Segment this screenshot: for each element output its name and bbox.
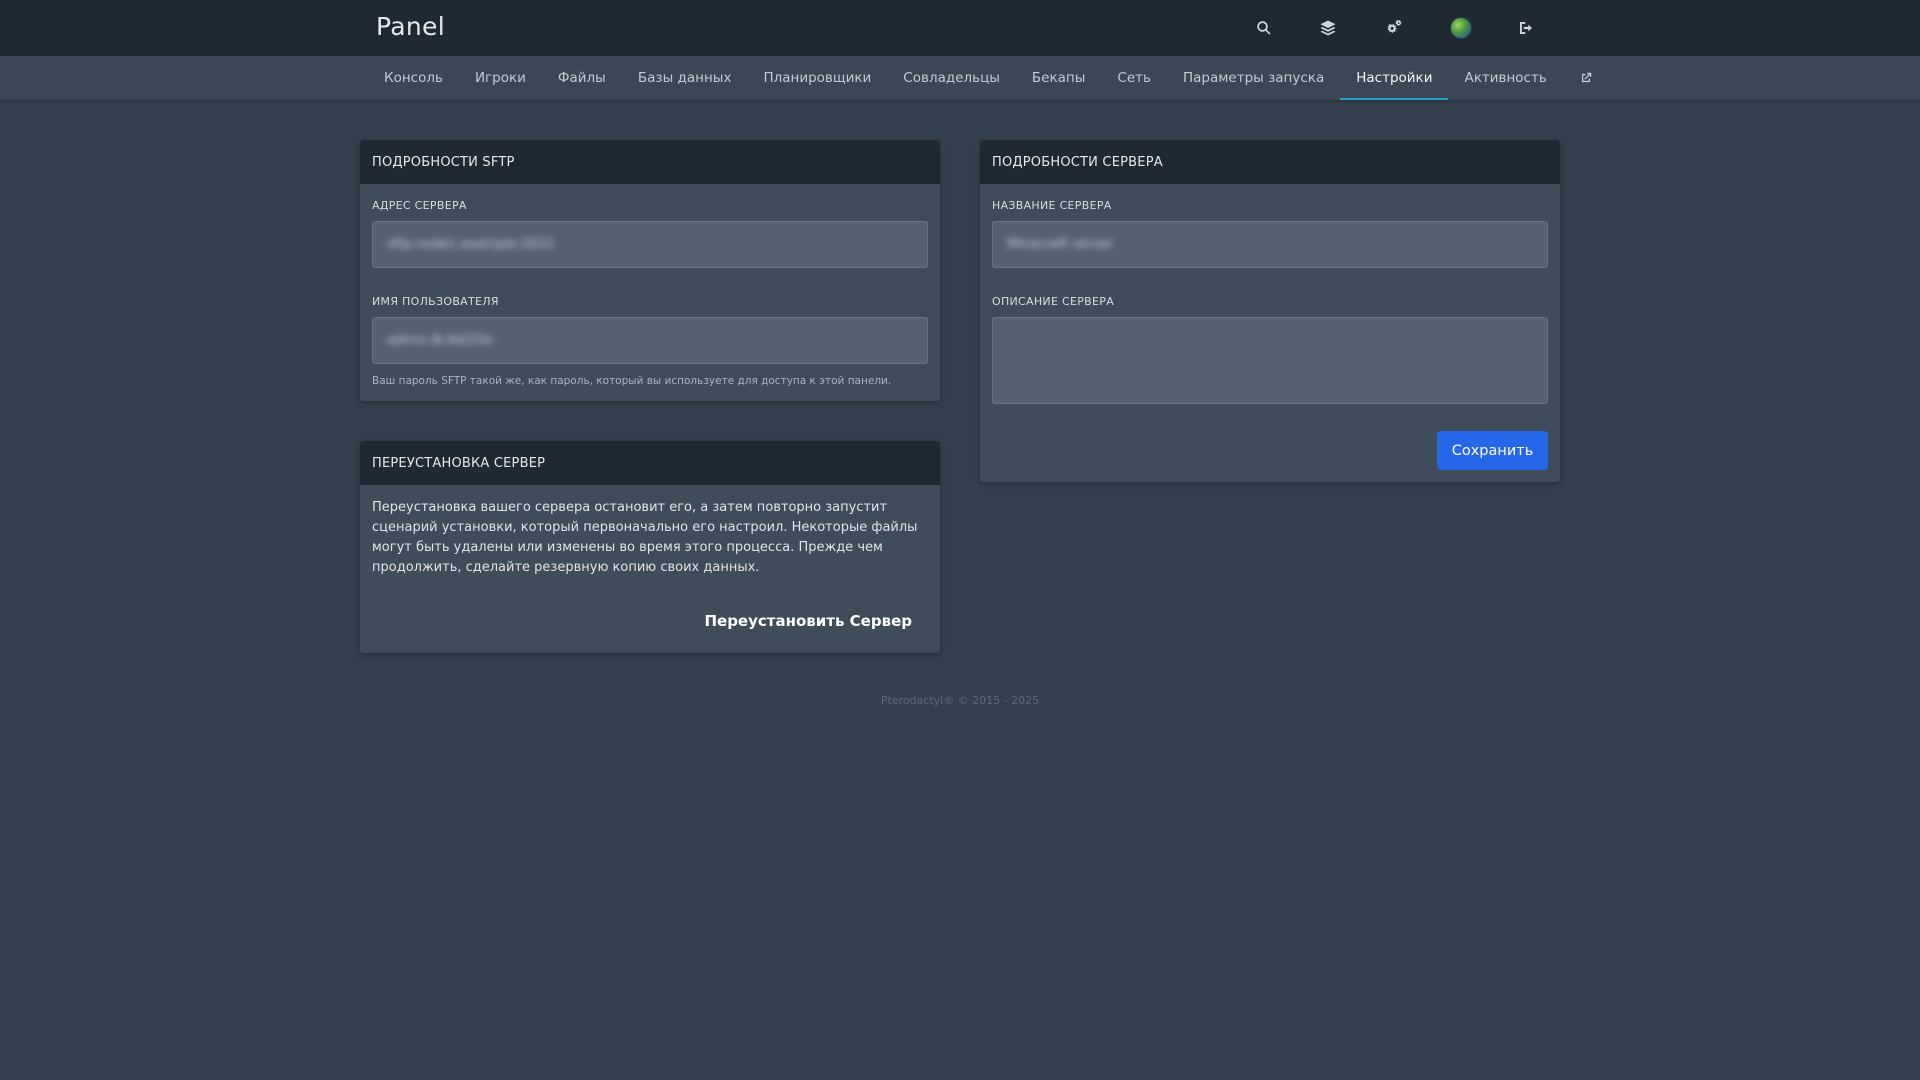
server-description-textarea[interactable]	[992, 317, 1548, 404]
brand-logo[interactable]: Panel	[376, 12, 445, 41]
server-description-label: ОПИСАНИЕ СЕРВЕРА	[992, 295, 1115, 308]
sub-navigation: Консоль Игроки Файлы Базы данных Планиро…	[0, 56, 1920, 100]
tab-schedules[interactable]: Планировщики	[747, 56, 887, 100]
layers-icon[interactable]	[1313, 13, 1343, 43]
tab-label: Активность	[1464, 70, 1547, 86]
search-icon[interactable]	[1249, 13, 1279, 43]
username-input[interactable]: admin.8c4d1f2e	[372, 317, 928, 364]
tab-players[interactable]: Игроки	[459, 56, 542, 100]
tab-network[interactable]: Сеть	[1101, 56, 1167, 100]
sftp-details-card: ПОДРОБНОСТИ SFTP АДРЕС СЕРВЕРА sftp.node…	[360, 140, 940, 401]
tab-label: Настройки	[1356, 70, 1433, 86]
tab-label: Планировщики	[763, 70, 872, 86]
top-bar: Panel	[0, 0, 1920, 56]
tab-label: Базы данных	[637, 70, 732, 86]
tab-databases[interactable]: Базы данных	[622, 56, 748, 100]
server-address-label: АДРЕС СЕРВЕРА	[372, 199, 467, 212]
username-label: ИМЯ ПОЛЬЗОВАТЕЛЯ	[372, 295, 499, 308]
reinstall-server-button[interactable]: Переустановить Сервер	[704, 612, 912, 630]
tab-label: Совладельцы	[903, 70, 1000, 86]
tab-startup[interactable]: Параметры запуска	[1167, 56, 1340, 100]
sign-out-icon[interactable]	[1511, 13, 1541, 43]
tab-activity[interactable]: Активность	[1448, 56, 1562, 100]
tab-label: Параметры запуска	[1182, 70, 1325, 86]
avatar[interactable]	[1446, 13, 1476, 43]
tab-label: Файлы	[557, 70, 606, 86]
server-details-card: ПОДРОБНОСТИ СЕРВЕРА НАЗВАНИЕ СЕРВЕРА Min…	[980, 140, 1560, 482]
username-value: admin.8c4d1f2e	[387, 333, 493, 348]
footer-copyright: Pterodactyl® © 2015 - 2025	[880, 694, 1040, 707]
save-button[interactable]: Сохранить	[1437, 431, 1548, 470]
server-name-input[interactable]: Minecraft server	[992, 221, 1548, 268]
tab-label: Сеть	[1117, 70, 1151, 86]
card-title: ПОДРОБНОСТИ СЕРВЕРА	[980, 140, 1560, 184]
server-address-input[interactable]: sftp.node1.example:2022	[372, 221, 928, 268]
tab-settings[interactable]: Настройки	[1340, 56, 1449, 100]
external-link-icon[interactable]	[1563, 56, 1609, 100]
tab-label: Игроки	[474, 70, 526, 86]
card-title: ПОДРОБНОСТИ SFTP	[360, 140, 940, 184]
server-name-label: НАЗВАНИЕ СЕРВЕРА	[992, 199, 1112, 212]
server-name-value: Minecraft server	[1007, 237, 1114, 252]
tab-label: Консоль	[384, 70, 443, 86]
tab-label: Бекапы	[1031, 70, 1086, 86]
tab-files[interactable]: Файлы	[542, 56, 622, 100]
tab-list: Консоль Игроки Файлы Базы данных Планиро…	[368, 56, 1609, 100]
tab-backups[interactable]: Бекапы	[1016, 56, 1101, 100]
card-title: ПЕРЕУСТАНОВКА СЕРВЕР	[360, 441, 940, 485]
reinstall-server-card: ПЕРЕУСТАНОВКА СЕРВЕР Переустановка вашег…	[360, 441, 940, 653]
reinstall-description: Переустановка вашего сервера остановит е…	[372, 500, 918, 575]
cogs-icon[interactable]	[1379, 13, 1409, 43]
sftp-password-hint: Ваш пароль SFTP такой же, как пароль, ко…	[372, 375, 892, 387]
avatar-image	[1450, 17, 1472, 39]
tab-subusers[interactable]: Совладельцы	[887, 56, 1016, 100]
server-address-value: sftp.node1.example:2022	[387, 237, 554, 252]
tab-console[interactable]: Консоль	[368, 56, 459, 100]
